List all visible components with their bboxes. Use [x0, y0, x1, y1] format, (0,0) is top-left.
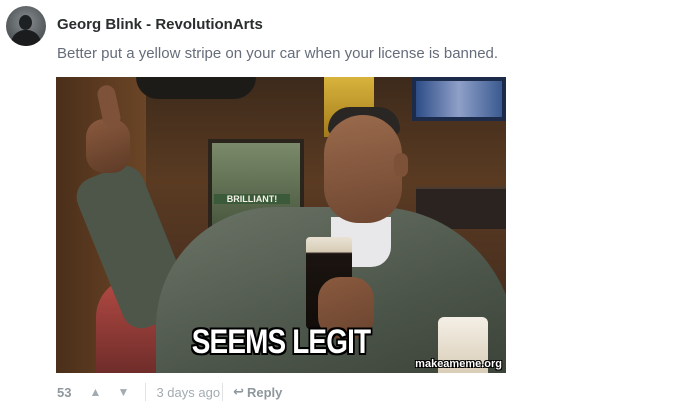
author-avatar[interactable] — [6, 6, 46, 46]
comment-footer: 53 ▲ ▼ 3 days ago ↩ Reply — [57, 382, 282, 402]
footer-divider — [222, 383, 224, 401]
meme-face — [324, 115, 402, 223]
meme-ear — [394, 153, 408, 177]
meme-fist — [86, 119, 130, 173]
comment-timestamp[interactable]: 3 days ago — [156, 385, 220, 400]
reply-label: Reply — [246, 384, 283, 400]
comment-image-meme[interactable]: BRILLIANT! SEEMS LEGIT makeameme.org — [56, 77, 506, 373]
reply-button[interactable]: ↩ Reply — [233, 384, 282, 400]
reply-icon: ↩ — [233, 384, 244, 399]
comment-message: Better put a yellow stripe on your car w… — [57, 45, 499, 62]
vote-count: 53 — [57, 384, 72, 400]
meme-tv-screen — [416, 81, 502, 117]
footer-divider — [145, 383, 147, 401]
meme-watermark: makeameme.org — [415, 358, 502, 370]
meme-lamp — [136, 77, 256, 99]
downvote-icon[interactable]: ▼ — [115, 385, 131, 399]
meme-poster-text: BRILLIANT! — [214, 194, 290, 204]
upvote-icon[interactable]: ▲ — [87, 385, 103, 399]
comment-author-name[interactable]: Georg Blink - RevolutionArts — [57, 16, 263, 33]
meme-caption: SEEMS LEGIT — [191, 323, 371, 361]
avatar-body-shape — [11, 30, 41, 46]
avatar-head-shape — [19, 15, 32, 30]
